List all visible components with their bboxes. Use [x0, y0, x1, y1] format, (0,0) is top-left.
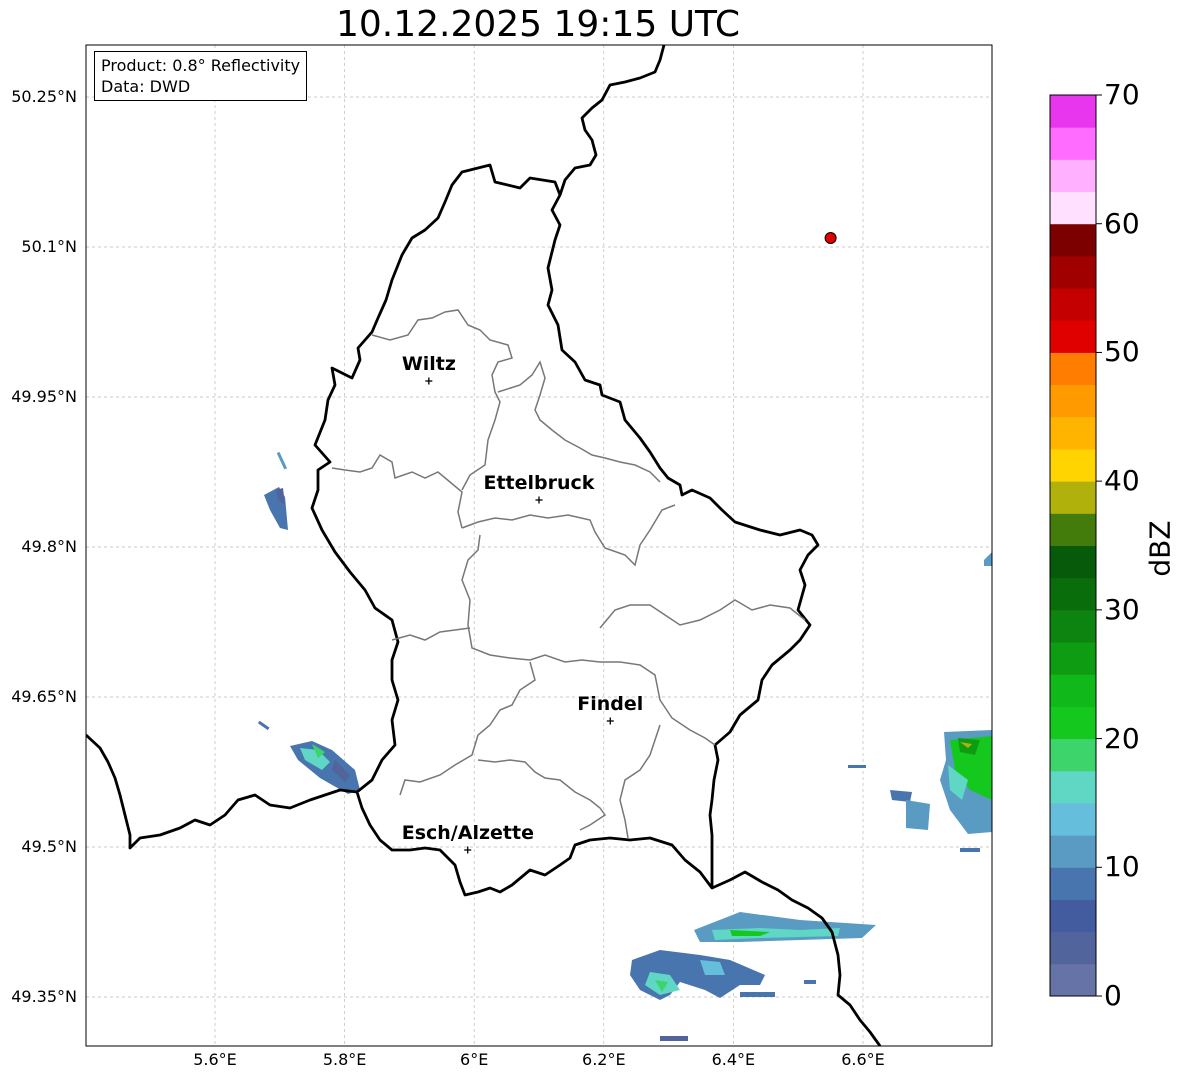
latitude-label: 49.5°N [21, 837, 77, 856]
colorbar-label: dBZ [1143, 519, 1177, 577]
luxembourg-border [310, 163, 820, 897]
colorbar-segment [1050, 609, 1096, 643]
colorbar-segment [1050, 481, 1096, 514]
germany-border-east [558, 45, 666, 196]
data-source-line: Data: DWD [101, 77, 191, 96]
colorbar-segment [1050, 963, 1096, 997]
colorbar-segment [1050, 127, 1096, 160]
longitude-label: 6.2°E [582, 1050, 626, 1069]
colorbar-segment [1050, 513, 1096, 546]
colorbar-tick-label: 50 [1104, 335, 1140, 369]
city-marker [535, 496, 543, 504]
colorbar-tick-label: 70 [1104, 78, 1140, 111]
city-label: Ettelbruck [483, 472, 595, 494]
germany-border-south [711, 870, 882, 1046]
latitude-label: 50.1°N [21, 237, 77, 256]
city-label: Esch/Alzette [401, 822, 534, 844]
latitude-label: 49.65°N [11, 687, 77, 706]
city-label: Findel [577, 693, 644, 715]
city-marker [464, 846, 472, 854]
colorbar-tick-label: 20 [1104, 721, 1140, 755]
colorbar-segment [1050, 577, 1096, 611]
longitude-label: 6.6°E [841, 1050, 885, 1069]
colorbar-segment [1050, 384, 1096, 418]
city-label: Wiltz [401, 353, 456, 375]
colorbar-tick-label: 0 [1104, 979, 1122, 1012]
colorbar-tick-label: 40 [1104, 464, 1140, 498]
echo-cluster-east [848, 552, 992, 852]
colorbar-segment [1050, 545, 1096, 579]
colorbar-segment [1050, 352, 1096, 386]
colorbar-segment [1050, 95, 1096, 128]
colorbar-segment [1050, 674, 1096, 707]
map-gridlines [86, 45, 992, 1046]
colorbar-segment [1050, 802, 1096, 836]
longitude-label: 5.6°E [193, 1050, 237, 1069]
latitude-label: 49.95°N [11, 387, 77, 406]
canton-boundaries [331, 309, 806, 839]
longitude-label: 6.4°E [711, 1050, 756, 1069]
colorbar-segment [1050, 835, 1096, 868]
latitude-label: 49.35°N [11, 987, 77, 1006]
colorbar-segment [1050, 642, 1096, 675]
reflectivity-echoes [257, 451, 992, 1041]
radar-site-marker [824, 232, 837, 244]
product-line: Product: 0.8° Reflectivity [101, 56, 301, 75]
colorbar-segment [1050, 288, 1096, 321]
map-frame [85, 44, 993, 1047]
colorbar-segment [1050, 416, 1096, 450]
colorbar-segment [1050, 448, 1096, 482]
colorbar-segment [1050, 255, 1096, 289]
colorbar-tick-label: 10 [1104, 850, 1140, 884]
colorbar-segment [1050, 706, 1096, 740]
colorbar-segment [1050, 770, 1096, 804]
longitude-label: 6°E [460, 1050, 489, 1069]
longitude-label: 5.8°E [322, 1050, 367, 1069]
latitude-label: 50.25°N [11, 87, 77, 106]
latitude-label: 49.8°N [21, 537, 77, 556]
colorbar [1049, 94, 1102, 997]
city-marker [425, 377, 433, 385]
colorbar-segment [1050, 191, 1096, 225]
colorbar-segment [1050, 159, 1096, 193]
colorbar-segment [1050, 931, 1096, 965]
colorbar-segment [1050, 320, 1096, 353]
city-marker [606, 717, 614, 725]
colorbar-segment [1050, 738, 1096, 772]
product-info-box: Product: 0.8° Reflectivity Data: DWD [94, 51, 308, 101]
colorbar-segment [1050, 867, 1096, 900]
echo-cluster-northwest [264, 451, 288, 530]
radar-map [85, 44, 1102, 1047]
colorbar-tick-label: 60 [1104, 206, 1140, 240]
colorbar-segment [1050, 223, 1096, 257]
colorbar-segment [1050, 899, 1096, 933]
country-borders [86, 45, 882, 1046]
colorbar-tick-label: 30 [1104, 592, 1140, 626]
city-markers [425, 377, 614, 854]
